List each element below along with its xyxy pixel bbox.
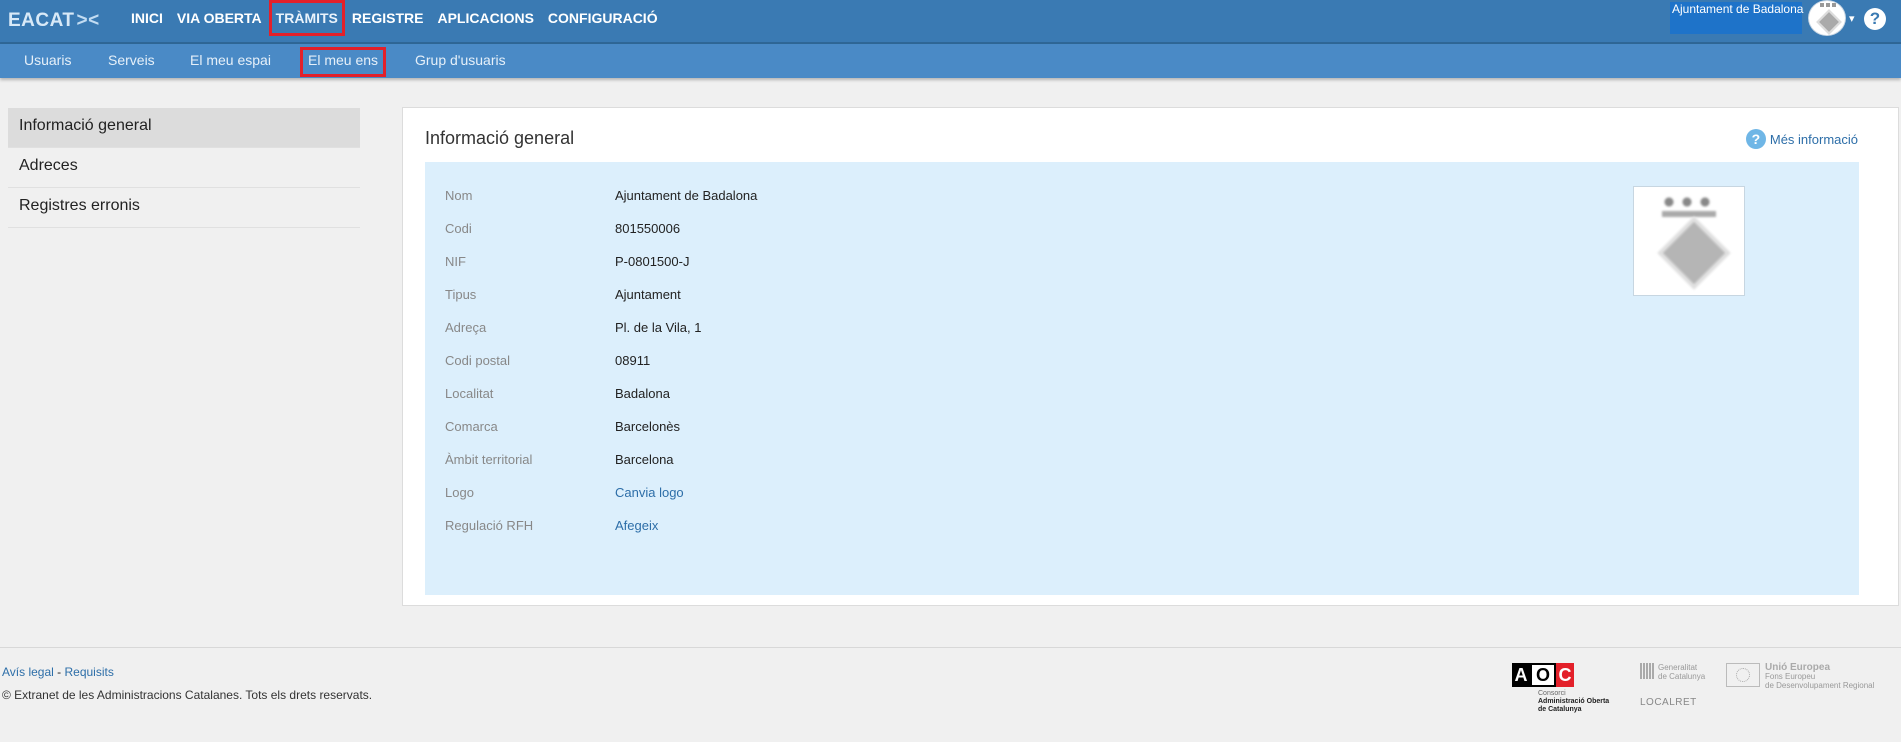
aoc-caption-line2: Administració Oberta xyxy=(1538,698,1610,705)
crest-diamond xyxy=(1657,216,1731,290)
avatar-crest-diamond xyxy=(1816,9,1842,35)
localret-logo[interactable]: LOCALRET xyxy=(1640,697,1697,708)
change-logo-link[interactable]: Canvia logo xyxy=(615,483,684,503)
footer-separator: - xyxy=(53,665,65,679)
brand-mark: >< xyxy=(76,10,100,31)
info-label: Àmbit territorial xyxy=(445,452,533,467)
info-value: P-0801500-J xyxy=(615,254,690,269)
crest-bar xyxy=(1662,211,1716,217)
footer-links: Avís legal - Requisits xyxy=(2,665,114,679)
info-label: NIF xyxy=(445,254,466,269)
aoc-letter-a: A xyxy=(1512,663,1530,687)
subnav-el-meu-espai[interactable]: El meu espai xyxy=(182,47,279,77)
side-menu-adreces[interactable]: Adreces xyxy=(8,148,360,188)
aoc-letter-o: O xyxy=(1530,663,1556,687)
eu-text: Unió Europea Fons Europeu de Desenvolupa… xyxy=(1765,663,1875,691)
info-label: Nom xyxy=(445,188,473,203)
info-value: Ajuntament xyxy=(615,287,681,302)
info-value: Pl. de la Vila, 1 xyxy=(615,320,702,335)
info-value: Badalona xyxy=(615,386,670,401)
chevron-down-icon[interactable]: ▾ xyxy=(1849,12,1855,25)
org-logo-image xyxy=(1633,186,1745,296)
subnav-grup-usuaris[interactable]: Grup d'usuaris xyxy=(407,47,514,77)
eu-line3: de Desenvolupament Regional xyxy=(1765,681,1875,690)
info-value: Barcelona xyxy=(615,452,674,467)
info-label: Adreça xyxy=(445,320,487,335)
generalitat-mark-icon xyxy=(1640,663,1654,679)
generalitat-logo[interactable]: Generalitat de Catalunya xyxy=(1640,663,1705,681)
eu-flag-icon xyxy=(1726,663,1760,687)
side-menu-informacio-general[interactable]: Informació general xyxy=(8,108,360,148)
brand-text: EACAT xyxy=(8,10,75,31)
nav-configuracio[interactable]: CONFIGURACIÓ xyxy=(541,0,665,36)
crest-dots xyxy=(1660,197,1714,207)
info-label: Localitat xyxy=(445,386,494,401)
aoc-caption-line3: de Catalunya xyxy=(1538,706,1582,713)
eu-line2: Fons Europeu xyxy=(1765,672,1816,681)
info-label: Codi xyxy=(445,221,472,236)
requirements-link[interactable]: Requisits xyxy=(64,665,113,679)
info-value: Barcelonès xyxy=(615,419,681,434)
panel-title: Informació general xyxy=(425,128,575,148)
info-area: Nom Ajuntament de Badalona Codi 80155000… xyxy=(425,162,1859,595)
aoc-mark: A O C xyxy=(1512,663,1609,687)
side-menu: Informació general Adreces Registres err… xyxy=(8,108,360,228)
top-bar: EACAT >< INICI VIA OBERTA TRÀMITS REGISTR… xyxy=(0,0,1901,44)
main-nav: INICI VIA OBERTA TRÀMITS REGISTRE APLICA… xyxy=(124,0,665,40)
copyright-text: © Extranet de les Administracions Catala… xyxy=(2,688,373,702)
help-icon[interactable]: ? xyxy=(1864,8,1886,30)
nav-registre[interactable]: REGISTRE xyxy=(345,0,431,36)
nav-inici[interactable]: INICI xyxy=(124,0,170,36)
subnav-serveis[interactable]: Serveis xyxy=(100,47,163,77)
nav-via-oberta[interactable]: VIA OBERTA xyxy=(170,0,269,36)
avatar-crest-dots xyxy=(1820,3,1836,7)
info-label: Codi postal xyxy=(445,353,511,368)
info-value: 08911 xyxy=(615,353,651,368)
nav-aplicacions[interactable]: APLICACIONS xyxy=(430,0,540,36)
aoc-caption-line1: Consorci xyxy=(1538,690,1566,697)
org-name: Ajuntament de Badalona xyxy=(1672,2,1804,16)
info-label: Tipus xyxy=(445,287,477,302)
info-label: Logo xyxy=(445,485,474,500)
more-info-label: Més informació xyxy=(1769,131,1858,147)
question-icon: ? xyxy=(1745,129,1766,149)
info-label: Comarca xyxy=(445,419,498,434)
info-label: Regulació RFH xyxy=(445,518,534,533)
footer-divider xyxy=(0,647,1901,648)
generalitat-text: Generalitat de Catalunya xyxy=(1658,663,1705,681)
legal-notice-link[interactable]: Avís legal xyxy=(2,665,54,679)
aoc-letter-c: C xyxy=(1556,663,1574,687)
info-value: 801550006 xyxy=(615,221,681,236)
org-avatar[interactable] xyxy=(1808,0,1846,36)
info-panel: Informació general ? Més informació Nom … xyxy=(402,107,1899,606)
eu-feder-logo[interactable]: Unió Europea Fons Europeu de Desenvolupa… xyxy=(1726,663,1874,690)
aoc-logo[interactable]: A O C Consorci Administració Oberta de C… xyxy=(1512,663,1609,714)
aoc-caption: Consorci Administració Oberta de Catalun… xyxy=(1538,690,1609,714)
more-info-link[interactable]: ? Més informació xyxy=(1745,129,1858,149)
nav-tramits[interactable]: TRÀMITS xyxy=(268,0,345,36)
eu-stars-ring xyxy=(1736,668,1750,682)
generalitat-line1: Generalitat xyxy=(1658,663,1698,672)
add-rfh-link[interactable]: Afegeix xyxy=(615,516,658,536)
eacat-logo[interactable]: EACAT >< xyxy=(8,8,100,34)
subnav-el-meu-ens[interactable]: El meu ens xyxy=(300,47,387,77)
info-value: Ajuntament de Badalona xyxy=(615,188,758,203)
generalitat-line2: de Catalunya xyxy=(1658,672,1706,681)
sub-nav: Usuaris Serveis El meu espai El meu ens … xyxy=(0,44,1901,78)
side-menu-registres-erronis[interactable]: Registres erronis xyxy=(8,188,360,228)
subnav-usuaris[interactable]: Usuaris xyxy=(16,47,79,77)
